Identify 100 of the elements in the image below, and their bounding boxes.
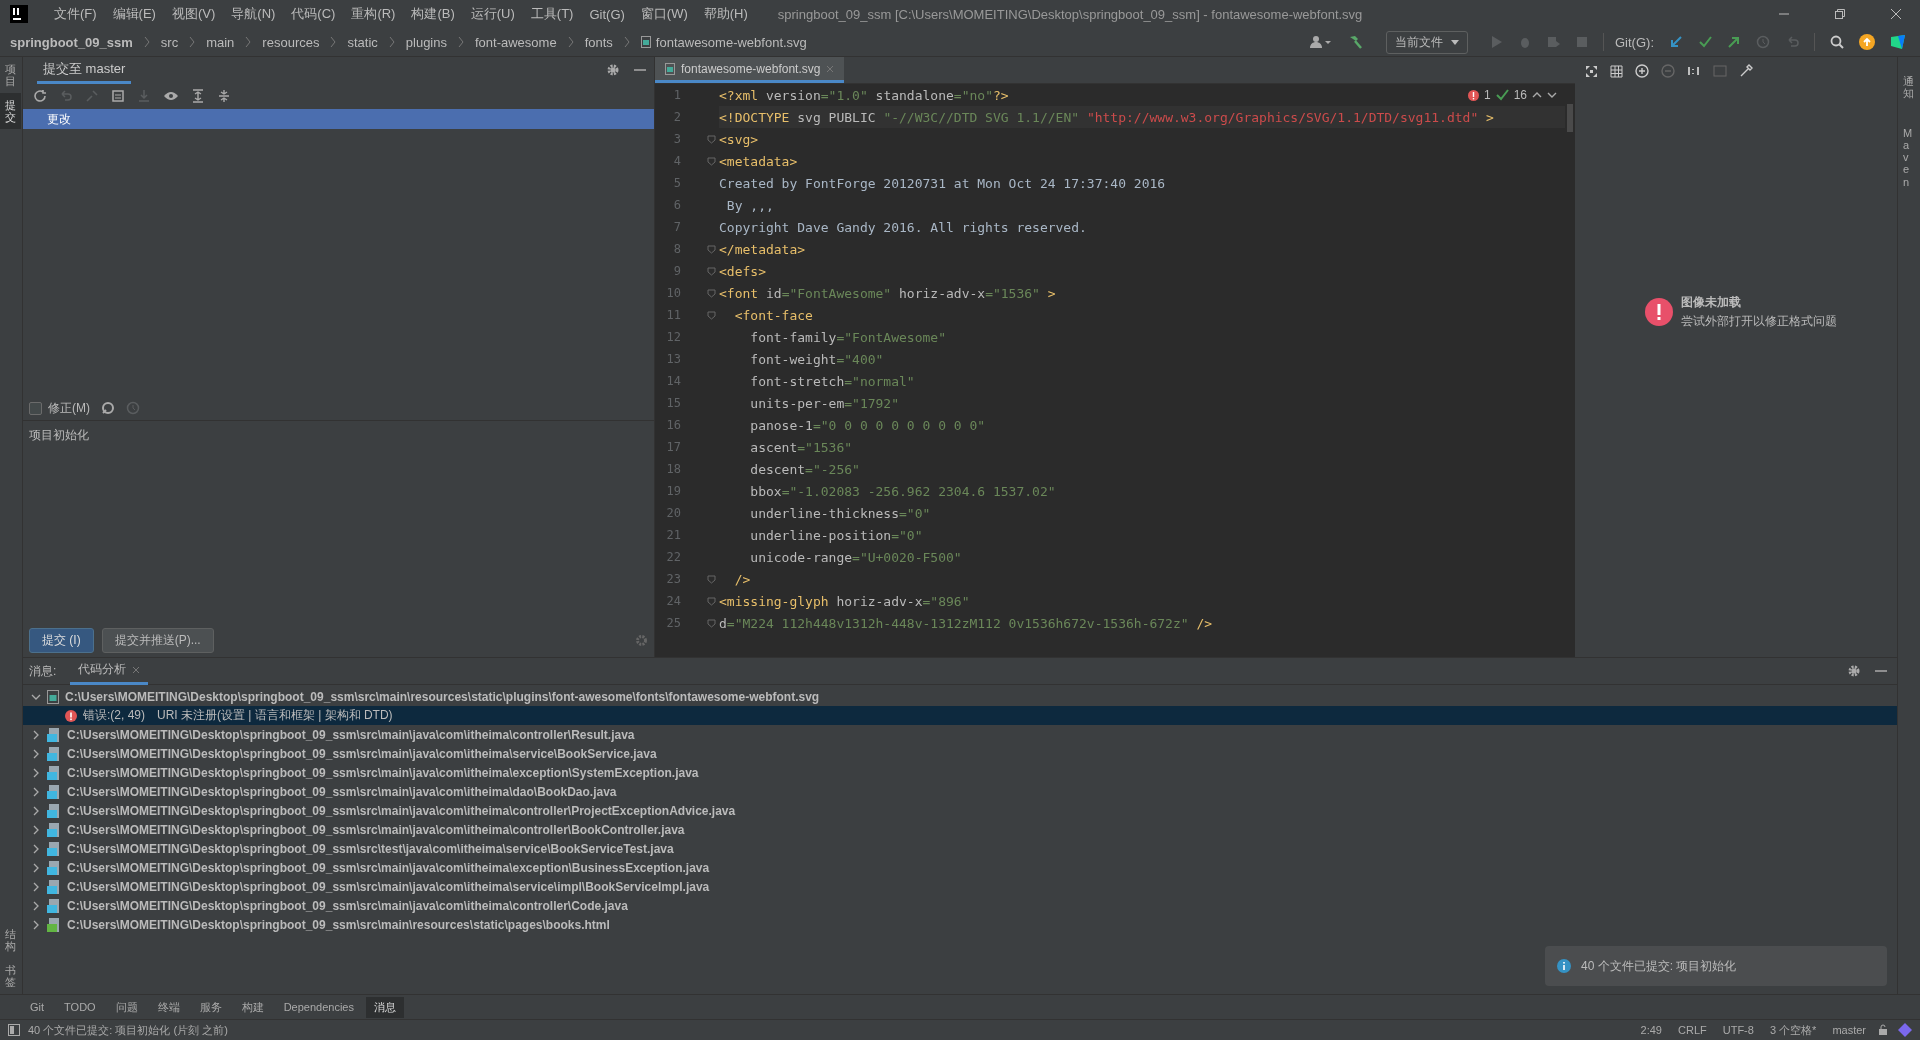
editor-tab[interactable]: fontawesome-webfont.svg (655, 57, 845, 83)
side-tab[interactable]: 结构 (0, 921, 21, 958)
file-path[interactable]: C:\Users\MOMEITING\Desktop\springboot_09_ssm\src\main\java\com\itheima\service\impl\BookServiceImpl.java (67, 879, 710, 894)
breadcrumb[interactable]: main (206, 34, 235, 50)
tool-window-tab[interactable]: Git (22, 998, 53, 1016)
fit-icon[interactable] (1585, 64, 1598, 78)
file-path[interactable]: C:\Users\MOMEITING\Desktop\springboot_09_ssm\src\main\java\com\itheima\controller\Code.java (67, 898, 628, 913)
file-path[interactable]: C:\Users\MOMEITING\Desktop\springboot_09_ssm\src\main\java\com\itheima\service\BookService.java (67, 746, 657, 761)
menu-item[interactable]: 编辑(E) (104, 5, 164, 23)
status-item[interactable]: UTF-8 (1718, 1024, 1758, 1036)
side-tab[interactable]: 书签 (0, 957, 21, 994)
run-config-dropdown[interactable]: 当前文件 (1386, 30, 1468, 54)
code-line: /> (733, 571, 751, 587)
collapse-all-icon[interactable] (217, 89, 231, 103)
plugin-icon[interactable] (1890, 34, 1906, 50)
tool-window-tab[interactable]: 问题 (107, 996, 146, 1018)
zoom-in-icon[interactable] (1635, 64, 1649, 78)
menu-item[interactable]: 窗口(W) (632, 5, 696, 23)
side-tab[interactable]: Maven (1898, 123, 1919, 192)
menu-item[interactable]: 构建(B) (403, 5, 463, 23)
checkmark-icon[interactable] (1698, 35, 1712, 49)
breadcrumb[interactable]: font-awesome (475, 34, 557, 50)
expand-all-icon[interactable] (191, 89, 205, 103)
side-tab[interactable]: 提交 (0, 93, 21, 130)
breadcrumb[interactable]: src (160, 34, 179, 50)
file-path[interactable]: C:\Users\MOMEITING\Desktop\springboot_09_ssm\src\main\java\com\itheima\controller\ProjectExceptionAdvice.java (67, 803, 736, 818)
layout-icon[interactable] (8, 1024, 20, 1036)
file-path[interactable]: C:\Users\MOMEITING\Desktop\springboot_09_ssm\src\main\resources\static\plugins\font-awesome\fonts\fontawesome-webfont.svg (65, 689, 820, 704)
lock-icon[interactable] (1878, 1024, 1890, 1036)
user-icon[interactable] (1310, 35, 1332, 49)
commit-button[interactable]: 提交 (I) (29, 627, 94, 653)
eye-icon[interactable] (163, 89, 179, 103)
line-number: 20 (665, 506, 681, 520)
update-icon[interactable] (1859, 34, 1875, 50)
grid-icon[interactable] (1610, 64, 1623, 78)
close-icon[interactable] (1890, 8, 1902, 20)
menu-item[interactable]: Git(G) (581, 6, 633, 22)
settings-icon[interactable] (606, 63, 620, 77)
settings-icon[interactable] (1847, 664, 1861, 678)
chevron-icon (143, 36, 150, 48)
breadcrumb[interactable]: static (347, 34, 378, 50)
tool-window-tab[interactable]: 终端 (149, 996, 188, 1018)
file-path[interactable]: C:\Users\MOMEITING\Desktop\springboot_09_ssm\src\main\resources\static\pages\books.html (67, 917, 610, 932)
breadcrumb[interactable]: resources (262, 34, 320, 50)
side-tab[interactable]: 通知 (1898, 71, 1919, 104)
menu-item[interactable]: 帮助(H) (695, 5, 756, 23)
menu-item[interactable]: 代码(C) (283, 5, 344, 23)
status-item[interactable]: CRLF (1674, 1024, 1711, 1036)
status-item[interactable]: 3 个空格* (1765, 1022, 1821, 1038)
branch-widget[interactable]: master (1828, 1024, 1870, 1036)
file-path[interactable]: C:\Users\MOMEITING\Desktop\springboot_09_ssm\src\test\java\com\itheima\service\BookServiceTest.java (67, 841, 674, 856)
warning-count[interactable]: 16 (1513, 88, 1527, 102)
file-path[interactable]: C:\Users\MOMEITING\Desktop\springboot_09_ssm\src\main\java\com\itheima\controller\BookController.java (67, 822, 685, 837)
changes-node[interactable]: 更改 (23, 109, 654, 129)
amend-checkbox[interactable]: 修正(M) (29, 399, 90, 417)
push-arrow-icon[interactable] (1727, 35, 1741, 49)
breadcrumb[interactable]: springboot_09_ssm (10, 34, 133, 50)
commit-button[interactable]: 提交并推送(P)... (101, 627, 214, 653)
plugin-status-icon[interactable] (1898, 1023, 1912, 1037)
file-path[interactable]: C:\Users\MOMEITING\Desktop\springboot_09_ssm\src\main\java\com\itheima\exception\SystemException.java (67, 765, 699, 780)
color-picker-icon[interactable] (1739, 64, 1753, 78)
commit-message-field[interactable]: 项目初始化 (23, 421, 654, 623)
menu-item[interactable]: 重构(R) (343, 5, 404, 23)
file-path[interactable]: C:\Users\MOMEITING\Desktop\springboot_09_ssm\src\main\java\com\itheima\controller\Result.java (67, 727, 635, 742)
diff-icon[interactable] (111, 89, 125, 103)
notification-text: 40 个文件已提交: 项目初始化 (1581, 957, 1737, 975)
commit-tab[interactable]: 提交至 master (37, 56, 132, 84)
error-count[interactable]: 1 (1483, 88, 1491, 102)
refresh-icon[interactable] (33, 89, 47, 103)
menu-item[interactable]: 导航(N) (223, 5, 284, 23)
menu-item[interactable]: 运行(U) (462, 5, 523, 23)
analysis-tab[interactable]: 代码分析 (70, 657, 149, 685)
tool-window-tab[interactable]: Dependencies (275, 998, 362, 1016)
side-tab[interactable]: 项目 (0, 57, 21, 94)
file-path[interactable]: C:\Users\MOMEITING\Desktop\springboot_09_ssm\src\main\java\com\itheima\dao\BookDao.java (67, 784, 617, 799)
breadcrumb[interactable]: fontawesome-webfont.svg (640, 34, 807, 50)
actual-size-icon[interactable] (1687, 66, 1701, 76)
search-icon[interactable] (1830, 35, 1844, 49)
menu-item[interactable]: 视图(V) (163, 5, 224, 23)
status-message: 40 个文件已提交: 项目初始化 (片刻 之前) (28, 1022, 228, 1038)
error-location: 错误:(2, 49) (83, 707, 145, 724)
menu-item[interactable]: 文件(F) (46, 5, 105, 23)
breadcrumb[interactable]: plugins (405, 34, 447, 50)
status-item[interactable]: 2:49 (1636, 1024, 1666, 1036)
tool-window-tab[interactable]: 服务 (191, 996, 230, 1018)
file-path[interactable]: C:\Users\MOMEITING\Desktop\springboot_09_ssm\src\main\java\com\itheima\exception\BusinessException.java (67, 860, 710, 875)
close-icon[interactable] (132, 665, 141, 674)
menu-item[interactable]: 工具(T) (522, 5, 582, 23)
update-arrow-icon[interactable] (1669, 35, 1683, 49)
tool-window-tab[interactable]: TODO (56, 998, 104, 1016)
error-row[interactable]: 错误:(2, 49) URI 未注册(设置 | 语言和框架 | 架构和 DTD) (23, 706, 1897, 725)
restore-icon[interactable] (1834, 8, 1846, 20)
breadcrumb[interactable]: fonts (584, 34, 613, 50)
tool-window-tab[interactable]: 消息 (366, 996, 404, 1018)
next-icon[interactable] (1547, 92, 1557, 98)
java-file-icon (47, 746, 61, 761)
code-line: font-family="FontAwesome" (749, 329, 946, 345)
previous-icon[interactable] (1532, 92, 1542, 98)
scrollbar-thumb[interactable] (1567, 104, 1573, 132)
tool-window-tab[interactable]: 构建 (233, 996, 272, 1018)
